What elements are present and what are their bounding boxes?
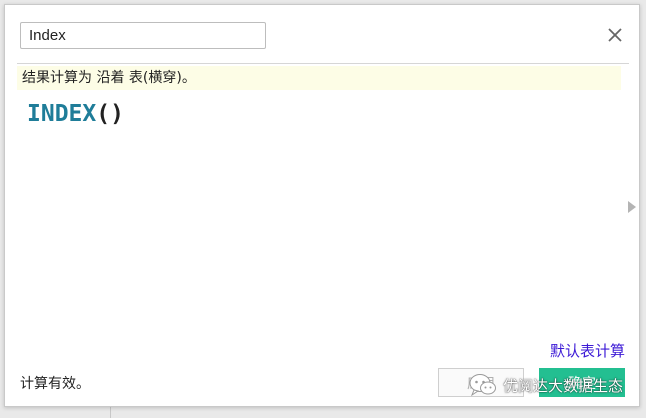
close-icon[interactable] bbox=[603, 23, 627, 47]
ok-button[interactable]: 确定 bbox=[539, 368, 625, 397]
header-divider bbox=[17, 63, 629, 64]
calculation-status: 计算有效。 bbox=[20, 376, 90, 392]
formula-parentheses: () bbox=[96, 101, 124, 127]
formula-function-name: INDEX bbox=[27, 101, 97, 127]
default-table-calculation-link[interactable]: 默认表计算 bbox=[550, 340, 625, 361]
compute-using-info: 结果计算为 沿着 表(横穿)。 bbox=[17, 66, 621, 90]
calculation-name-input[interactable] bbox=[20, 22, 266, 49]
triangle-right-icon[interactable] bbox=[628, 201, 636, 213]
formula-editor[interactable]: INDEX() bbox=[27, 99, 124, 129]
calculation-editor-dialog: 结果计算为 沿着 表(横穿)。 INDEX() 默认表计算 计算有效。 应用 确… bbox=[4, 4, 640, 407]
apply-button[interactable]: 应用 bbox=[438, 368, 524, 397]
